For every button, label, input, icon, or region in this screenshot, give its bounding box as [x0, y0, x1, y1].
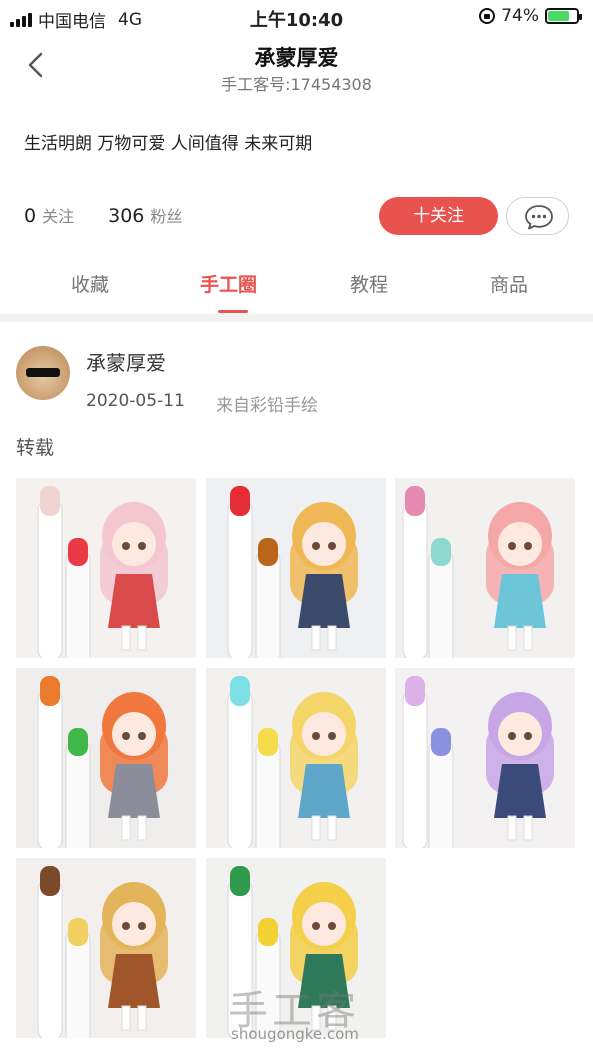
profile-stats: 0 关注 306 粉丝: [24, 203, 182, 227]
post-image[interactable]: [16, 478, 196, 658]
post-image[interactable]: [206, 668, 386, 848]
status-bar: 中国电信 4G 上午10:40 74%: [0, 0, 593, 34]
orientation-lock-icon: [479, 8, 496, 24]
active-tab-indicator: [218, 310, 248, 313]
tab-products[interactable]: 商品: [490, 270, 528, 297]
avatar-sunglasses: [26, 368, 60, 377]
illustration-thumbnail: [16, 478, 196, 658]
status-right: 74%: [479, 6, 582, 26]
battery-level-fill: [548, 11, 569, 21]
profile-tabs: 收藏 手工圈 教程 商品: [0, 270, 593, 314]
illustration-thumbnail: [395, 668, 575, 848]
post-date: 2020-05-11: [86, 391, 185, 411]
post-image[interactable]: [395, 668, 575, 848]
post-image[interactable]: [16, 668, 196, 848]
illustration-thumbnail: [395, 478, 575, 658]
post-source[interactable]: 来自彩铅手绘: [216, 391, 318, 416]
profile-bio: 生活明朗 万物可爱 人间值得 未来可期: [24, 134, 313, 154]
post-author-name[interactable]: 承蒙厚爱: [86, 347, 166, 376]
post-image[interactable]: [206, 478, 386, 658]
post-tag: 转载: [16, 437, 55, 459]
illustration-thumbnail: [206, 668, 386, 848]
tab-handcraft-circle[interactable]: 手工圈: [200, 270, 257, 297]
follow-button[interactable]: 十关注: [379, 197, 498, 235]
section-divider: [0, 314, 593, 322]
post-image[interactable]: [16, 858, 196, 1038]
tab-favorites[interactable]: 收藏: [71, 270, 109, 297]
avatar[interactable]: [16, 346, 70, 400]
followers-count: 306: [108, 205, 145, 227]
page-title: 承蒙厚爱: [254, 46, 339, 70]
illustration-thumbnail: [16, 668, 196, 848]
illustration-thumbnail: [206, 478, 386, 658]
followers-stat[interactable]: 306 粉丝: [108, 203, 182, 227]
message-button[interactable]: [506, 197, 569, 235]
chat-bubble-icon: [525, 205, 553, 230]
tab-tutorials[interactable]: 教程: [350, 270, 388, 297]
following-count: 0: [24, 205, 37, 227]
following-stat[interactable]: 0 关注: [24, 203, 74, 227]
post-image[interactable]: [395, 478, 575, 658]
battery-percent: 74%: [501, 6, 539, 26]
user-id-label: 手工客号:17454308: [221, 75, 372, 94]
followers-label: 粉丝: [150, 207, 183, 226]
illustration-thumbnail: [16, 858, 196, 1038]
following-label: 关注: [42, 207, 75, 226]
watermark-url: shougongke.com: [231, 1025, 359, 1043]
battery-icon: [545, 8, 582, 24]
